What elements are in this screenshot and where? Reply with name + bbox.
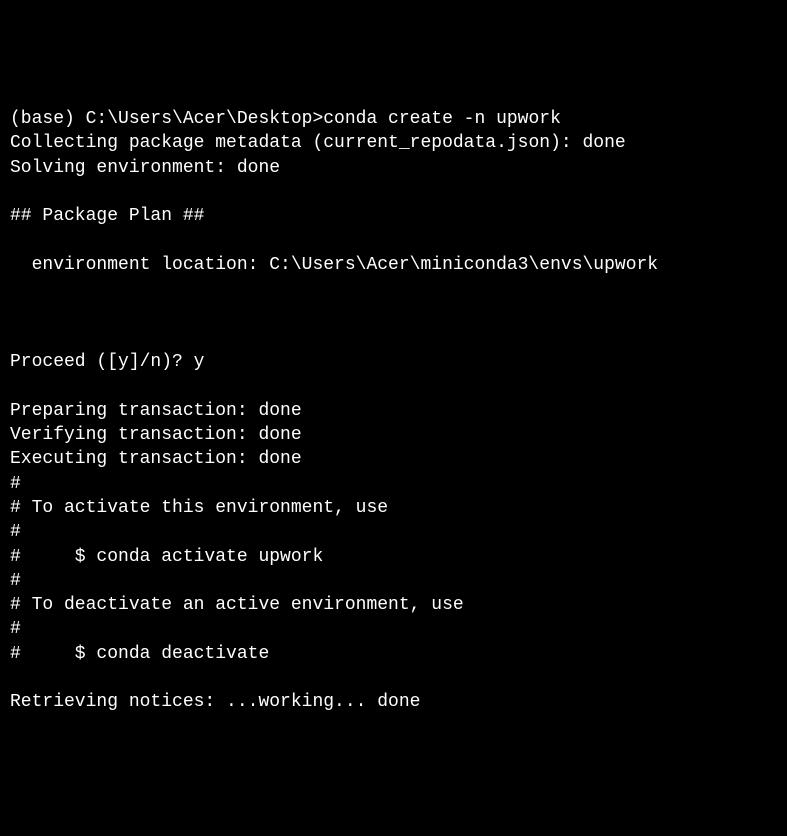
terminal-line: (base) C:\Users\Acer\Desktop>conda creat… xyxy=(10,109,561,129)
terminal-line: # $ conda activate upwork xyxy=(10,547,323,567)
terminal-line: # xyxy=(10,522,21,542)
terminal-line: # xyxy=(10,571,21,591)
terminal-line: ## Package Plan ## xyxy=(10,206,204,226)
terminal-line: Retrieving notices: ...working... done xyxy=(10,692,420,712)
terminal-line: # xyxy=(10,474,21,494)
terminal-line: Collecting package metadata (current_rep… xyxy=(10,133,626,153)
terminal-line: Preparing transaction: done xyxy=(10,401,302,421)
terminal-output[interactable]: (base) C:\Users\Acer\Desktop>conda creat… xyxy=(10,107,777,714)
terminal-line: # $ conda deactivate xyxy=(10,644,269,664)
terminal-line: Verifying transaction: done xyxy=(10,425,302,445)
terminal-line: # xyxy=(10,619,21,639)
terminal-line: # To deactivate an active environment, u… xyxy=(10,595,464,615)
terminal-line: environment location: C:\Users\Acer\mini… xyxy=(10,255,658,275)
terminal-line: Solving environment: done xyxy=(10,158,280,178)
terminal-line: Executing transaction: done xyxy=(10,449,302,469)
terminal-line: # To activate this environment, use xyxy=(10,498,388,518)
terminal-line: Proceed ([y]/n)? y xyxy=(10,352,204,372)
